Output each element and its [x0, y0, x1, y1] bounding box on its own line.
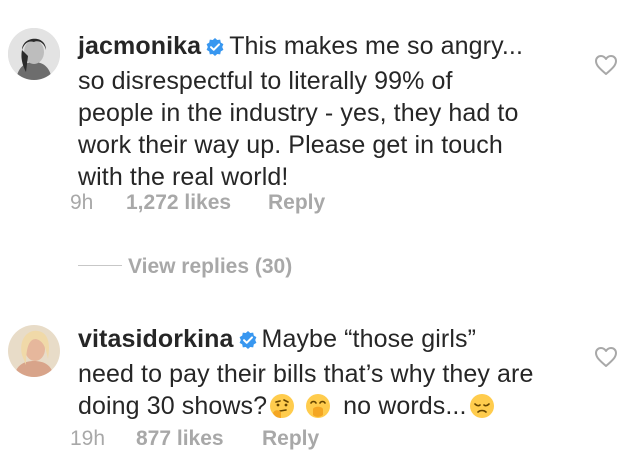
likes-count[interactable]: 1,272 likes: [126, 191, 231, 215]
reply-button[interactable]: Reply: [268, 191, 325, 215]
view-replies-button[interactable]: View replies (30): [78, 255, 292, 279]
username-link[interactable]: vitasidorkina: [78, 325, 234, 353]
thinking-face-icon: [269, 393, 295, 427]
comment-line: with the real world!: [78, 163, 289, 191]
reply-button[interactable]: Reply: [262, 427, 319, 451]
username-link[interactable]: jacmonika: [78, 32, 201, 60]
comment-line: doing 30 shows?: [78, 392, 268, 420]
hand-over-mouth-face-icon: [305, 393, 331, 427]
like-heart-icon[interactable]: [594, 346, 618, 368]
comment-line: no words...: [343, 392, 467, 420]
view-replies-label[interactable]: View replies (30): [128, 255, 292, 279]
verified-badge-icon: [238, 326, 258, 358]
disappointed-face-icon: [469, 393, 495, 427]
comment-line: people in the industry - yes, they had t…: [78, 99, 519, 127]
comment-line: so disrespectful to literally 99% of: [78, 67, 453, 95]
comment-line: Maybe “those girls”: [261, 325, 477, 353]
like-heart-icon[interactable]: [594, 54, 618, 76]
avatar-vitasidorkina[interactable]: [8, 325, 60, 377]
comment-timestamp: 9h: [70, 191, 94, 214]
comment-text-block: vitasidorkina Maybe “those girls” need to…: [78, 323, 598, 427]
comment-timestamp: 19h: [70, 427, 106, 450]
avatar-photo: [8, 325, 60, 377]
verified-badge-icon: [205, 33, 225, 65]
avatar-photo: [8, 28, 60, 80]
view-replies-divider: [78, 264, 122, 266]
comment-line: need to pay their bills that’s why they …: [78, 360, 534, 388]
avatar-jacmonika[interactable]: [8, 28, 60, 80]
likes-count[interactable]: 877 likes: [136, 427, 224, 451]
comment-text-block: jacmonika This makes me so angry... so di…: [78, 30, 598, 193]
comment-line: work their way up. Please get in touch: [78, 131, 503, 159]
comment-line: This makes me so angry...: [229, 32, 523, 60]
